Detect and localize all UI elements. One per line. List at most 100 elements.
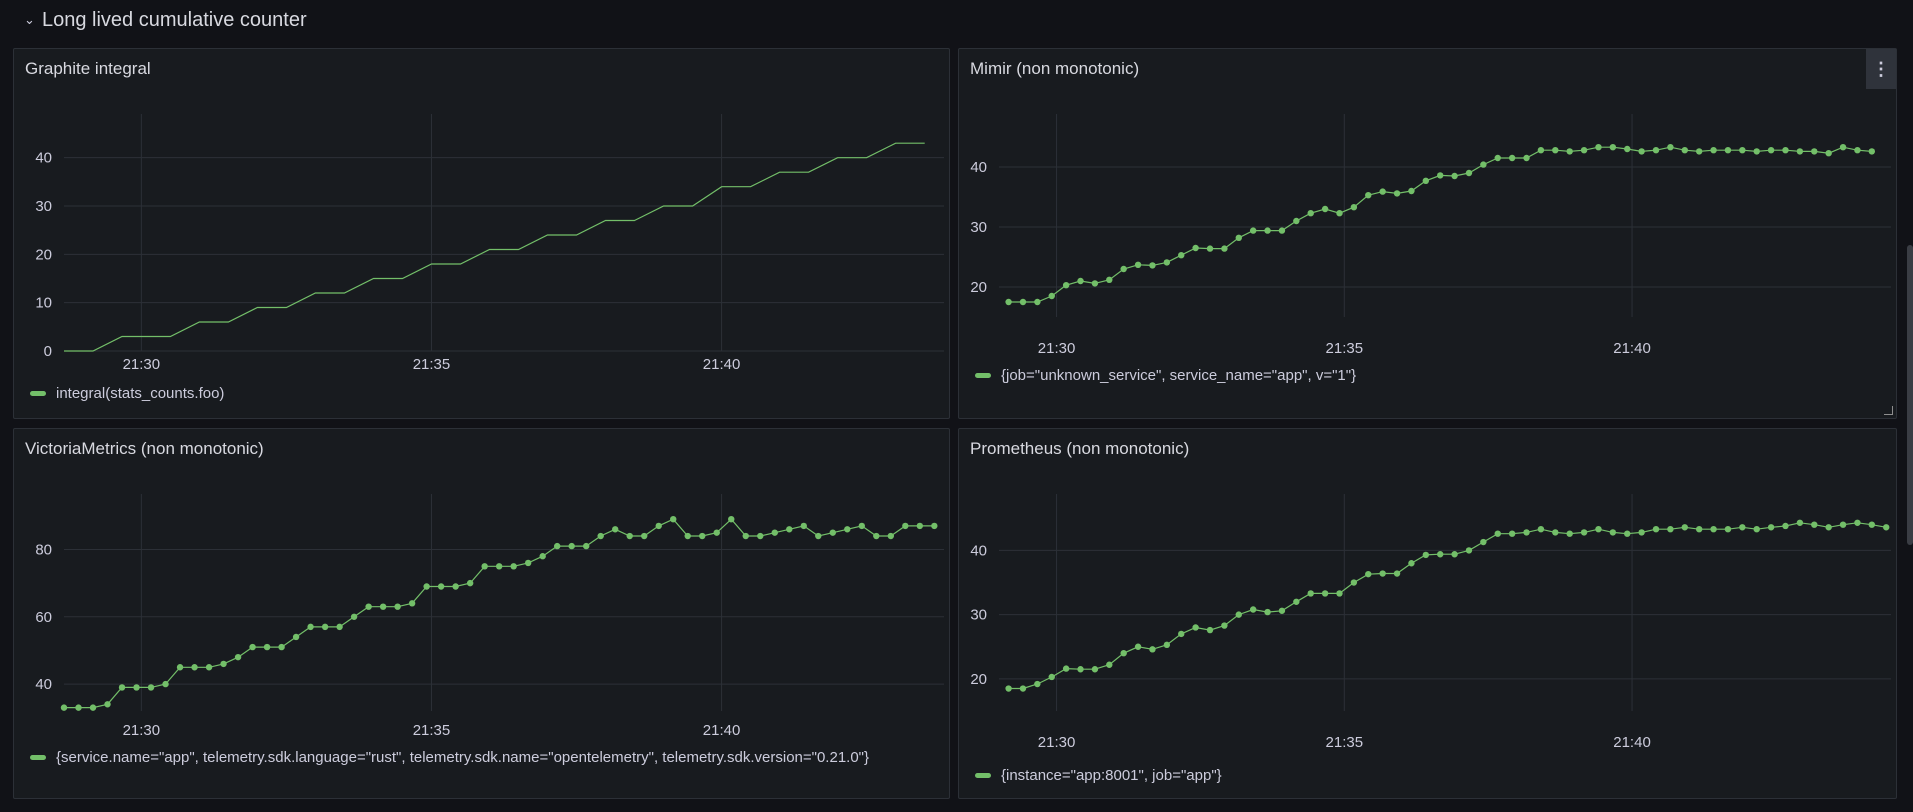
data-point — [1609, 144, 1617, 151]
y-tick-label: 40 — [35, 150, 52, 167]
data-point — [1178, 630, 1185, 638]
data-point — [1034, 298, 1041, 306]
data-point — [1034, 680, 1041, 688]
data-point — [1753, 525, 1760, 533]
y-tick-label: 40 — [35, 676, 52, 693]
legend-item[interactable]: {job="unknown_service", service_name="ap… — [975, 367, 1356, 384]
data-point — [205, 664, 213, 671]
data-point — [1264, 227, 1271, 234]
data-point — [307, 623, 314, 631]
data-point — [1293, 598, 1300, 605]
panel-prometheus: Prometheus (non monotonic) 20 30 40 21:30 21… — [958, 428, 1897, 799]
data-point — [365, 603, 372, 610]
data-point — [1796, 148, 1804, 155]
data-point — [176, 664, 184, 671]
data-point — [684, 532, 691, 540]
data-point — [1782, 147, 1789, 154]
data-point — [931, 522, 938, 530]
y-tick-label: 60 — [35, 609, 52, 626]
data-point — [1077, 277, 1084, 285]
data-point — [1221, 622, 1228, 629]
data-point — [1163, 641, 1171, 649]
data-point — [568, 542, 575, 550]
x-tick-label: 21:40 — [1613, 734, 1651, 751]
data-point — [1149, 262, 1156, 269]
data-point — [844, 526, 851, 533]
data-point — [1134, 261, 1142, 268]
data-point — [1336, 590, 1343, 597]
data-point — [1264, 608, 1271, 616]
data-point — [1393, 570, 1401, 577]
data-point — [1854, 519, 1861, 526]
data-point — [800, 522, 807, 530]
data-point — [1206, 245, 1214, 252]
data-point — [553, 542, 561, 550]
row-title: Long lived cumulative counter — [42, 8, 307, 31]
data-point — [1566, 530, 1573, 537]
data-point — [1494, 530, 1501, 537]
data-point — [1811, 148, 1818, 155]
data-point — [1868, 148, 1876, 155]
data-point — [1695, 525, 1703, 533]
x-tick-label: 21:30 — [123, 722, 161, 739]
data-point — [902, 522, 909, 530]
data-point — [1062, 665, 1070, 672]
y-tick-label: 20 — [35, 246, 52, 263]
data-point — [1451, 551, 1458, 558]
series-color-swatch — [975, 373, 991, 378]
y-tick-label: 0 — [44, 343, 52, 360]
x-tick-label: 21:35 — [1326, 734, 1364, 751]
data-point — [1839, 521, 1847, 528]
data-point — [713, 529, 720, 536]
page-scrollbar[interactable] — [1907, 245, 1913, 545]
data-point — [1638, 148, 1645, 155]
data-point — [1293, 217, 1300, 225]
resize-handle[interactable] — [1884, 406, 1893, 415]
legend-label: {instance="app:8001", job="app"} — [1001, 767, 1222, 784]
data-point — [278, 643, 285, 651]
data-point — [481, 563, 488, 570]
panel-victoriametrics: VictoriaMetrics (non monotonic) 40 60 80 21… — [13, 428, 950, 799]
chevron-down-icon[interactable]: ⌄ — [24, 12, 36, 28]
y-tick-label: 30 — [35, 198, 52, 215]
data-point — [292, 633, 300, 641]
y-tick-label: 10 — [35, 295, 52, 312]
y-tick-label: 30 — [970, 219, 987, 236]
data-point — [1321, 205, 1329, 213]
data-point — [1523, 529, 1530, 536]
row-header[interactable]: ⌄ Long lived cumulative counter — [24, 6, 307, 34]
legend-item[interactable]: integral(stats_counts.foo) — [30, 385, 224, 402]
data-point — [1019, 298, 1027, 306]
data-point — [1839, 144, 1847, 151]
data-point — [1134, 643, 1142, 650]
data-point — [321, 623, 329, 631]
data-point — [1480, 161, 1487, 168]
panel-mimir: Mimir (non monotonic) ⋮ 20 30 40 21:30 21:35… — [958, 48, 1897, 419]
legend-label: {job="unknown_service", service_name="ap… — [1001, 367, 1357, 384]
chart-prometheus: 20 30 40 21:30 21:35 21:40 — [970, 494, 1891, 751]
data-point — [524, 559, 532, 567]
chart-victoriametrics: 40 60 80 21:30 21:35 21:40 — [35, 494, 944, 739]
data-point — [423, 583, 430, 590]
data-point — [1796, 519, 1804, 526]
data-point — [1724, 525, 1732, 533]
data-point — [1710, 525, 1717, 533]
y-tick-label: 40 — [970, 159, 987, 176]
data-point — [1580, 147, 1588, 154]
data-point — [1163, 259, 1171, 266]
data-point — [916, 522, 924, 530]
series-color-swatch — [30, 391, 46, 396]
data-point — [1408, 187, 1415, 195]
legend-label: integral(stats_counts.foo) — [56, 385, 225, 402]
data-point — [1868, 521, 1876, 528]
data-point — [1508, 154, 1516, 162]
data-point — [1825, 524, 1832, 531]
data-point — [1437, 172, 1444, 179]
legend-item[interactable]: {instance="app:8001", job="app"} — [975, 767, 1222, 784]
x-tick-label: 21:30 — [1038, 340, 1076, 357]
data-point — [1091, 280, 1099, 287]
y-tick-label: 80 — [35, 541, 52, 558]
data-point — [1393, 190, 1401, 197]
legend-item[interactable]: {service.name="app", telemetry.sdk.langu… — [30, 749, 939, 766]
data-point — [263, 643, 271, 651]
